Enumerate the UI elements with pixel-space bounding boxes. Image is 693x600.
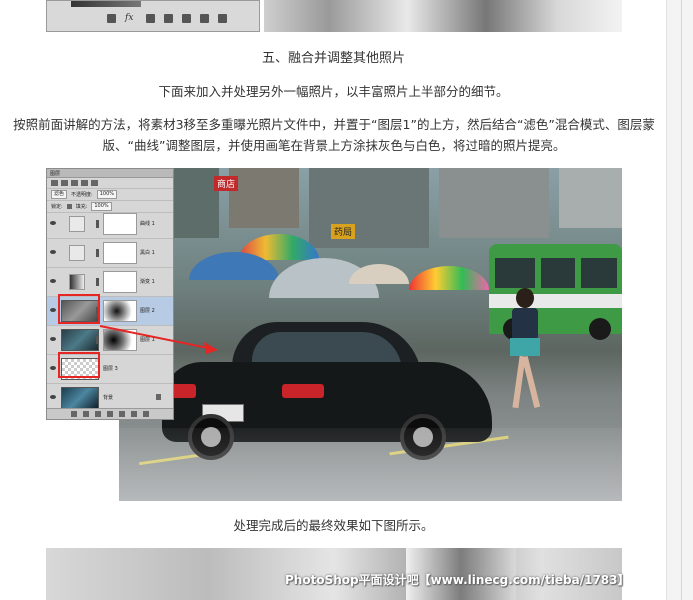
layers-panel-bottom-toolbar [47,408,173,419]
instruction-paragraph: 按照前面讲解的方法，将素材3移至多重曝光照片文件中，并置于“图层1”的上方，然后… [13,117,655,153]
layer-mask-thumbnail[interactable] [103,213,137,235]
pedestrian-leg [521,356,541,408]
watermark-text: PhotoShop平面设计吧【www.linecg.com/tieba/1783… [285,573,630,587]
building [559,168,622,228]
lock-icon[interactable] [66,204,72,209]
building [309,168,429,248]
eye-icon[interactable] [50,366,56,370]
section-heading: 五、融合并调整其他照片 [261,51,405,66]
layer-mask-thumbnail[interactable] [103,271,137,293]
trash-icon[interactable] [143,411,149,417]
link-icon[interactable] [71,411,77,417]
bus-window [495,258,535,288]
trash-icon [218,13,227,23]
article-page: fx 五、融合并调整其他照片 下面来加入并处理另外一幅照片，以丰富照片上半部分的… [0,0,693,600]
shop-sign: 商店 [214,176,239,191]
tutorial-figure: 商店 药局 图层 滤色 不透明度: 100% 锁定: 填充: 100% 曲线 1… [46,168,622,501]
layer-row-curves[interactable]: 曲线 1 [47,210,173,239]
layer-thumbnail[interactable] [61,387,99,409]
bus-window [541,258,575,288]
layer-row-gradient[interactable]: 渐变 1 [47,268,173,297]
new-layer-icon[interactable] [131,411,137,417]
link-icon [96,220,99,228]
pedestrian-head [516,288,534,308]
gradient-adjustment-icon [69,274,85,290]
layer-mask-thumbnail[interactable] [103,242,137,264]
layer-name: 黑白 1 [140,250,155,256]
layer-name: 背景 [103,395,114,401]
filter-icon[interactable] [51,180,58,186]
curves-adjustment-icon [69,216,85,232]
eye-icon[interactable] [50,250,56,254]
building [229,168,299,228]
layer-name: 图层 2 [140,308,155,314]
tail-light [282,384,324,398]
layers-tab-label: 图层 [50,171,61,177]
pedestrian-skirt [510,338,540,356]
mask-icon [146,13,155,23]
mask-icon[interactable] [95,411,101,417]
black-white-adjustment-icon [69,245,85,261]
fx-icon: fx [125,13,134,23]
folder-icon [182,13,191,23]
wet-road-reflection [119,428,622,501]
link-icon [107,13,116,23]
umbrella [409,266,489,290]
layer-row-black-white[interactable]: 黑白 1 [47,239,173,268]
eye-icon[interactable] [50,308,56,312]
layer-name: 曲线 1 [140,221,155,227]
link-icon [96,336,99,344]
scrollbar-divider [681,0,682,600]
folder-icon[interactable] [119,411,125,417]
pedestrian [504,288,548,413]
previous-photo [264,0,622,32]
layer-name: 图层 3 [103,366,118,372]
highlight-box [58,352,100,378]
lock-label: 锁定: [51,204,63,210]
opacity-field[interactable]: 100% [96,190,117,199]
blend-mode-select[interactable]: 滤色 [51,190,68,199]
opacity-label: 不透明度: [71,192,93,198]
type-filter-icon[interactable] [81,180,88,186]
pedestrian-top [512,308,538,340]
eye-icon[interactable] [50,337,56,341]
previous-screenshot-image: fx [46,0,622,32]
adjustment-icon [164,13,173,23]
scrollbar-track[interactable] [666,0,693,600]
building [439,168,549,238]
layers-panel-bottom-toolbar: fx [46,0,260,32]
fx-icon[interactable] [83,411,89,417]
fill-label: 填充: [75,204,88,210]
bus-wheel [589,318,611,340]
adjustment-filter-icon[interactable] [71,180,78,186]
layer-row-layer-1[interactable]: 图层 1 [47,326,173,355]
layer-name: 渐变 1 [140,279,155,285]
eye-icon[interactable] [50,279,56,283]
eye-icon[interactable] [50,395,56,399]
layer-thumbnail[interactable] [61,329,99,351]
adjustment-icon[interactable] [107,411,113,417]
layer-mask-thumbnail[interactable] [103,300,137,322]
layer-filter-toolbar [47,178,173,189]
result-caption: 处理完成后的最终效果如下图所示。 [233,518,434,533]
layer-mask-thumbnail[interactable] [103,329,137,351]
highlight-box [58,294,100,324]
lock-icon [156,394,161,400]
bus-window [581,258,617,288]
layer-name: 图层 1 [140,337,155,343]
eye-icon[interactable] [50,221,56,225]
link-icon [96,278,99,286]
pixel-filter-icon[interactable] [61,180,68,186]
layers-panel-tab[interactable]: 图层 [47,169,173,178]
new-layer-icon [200,13,209,23]
shape-filter-icon[interactable] [91,180,98,186]
street-photo: 商店 药局 [119,168,622,501]
intro-paragraph: 下面来加入并处理另外一幅照片，以丰富照片上半部分的细节。 [158,84,509,99]
layer-thumbnail [71,1,141,7]
link-icon [96,249,99,257]
panel-tool-icons: fx [107,11,227,25]
blend-controls: 滤色 不透明度: 100% [47,189,173,201]
shop-sign: 药局 [331,224,356,239]
